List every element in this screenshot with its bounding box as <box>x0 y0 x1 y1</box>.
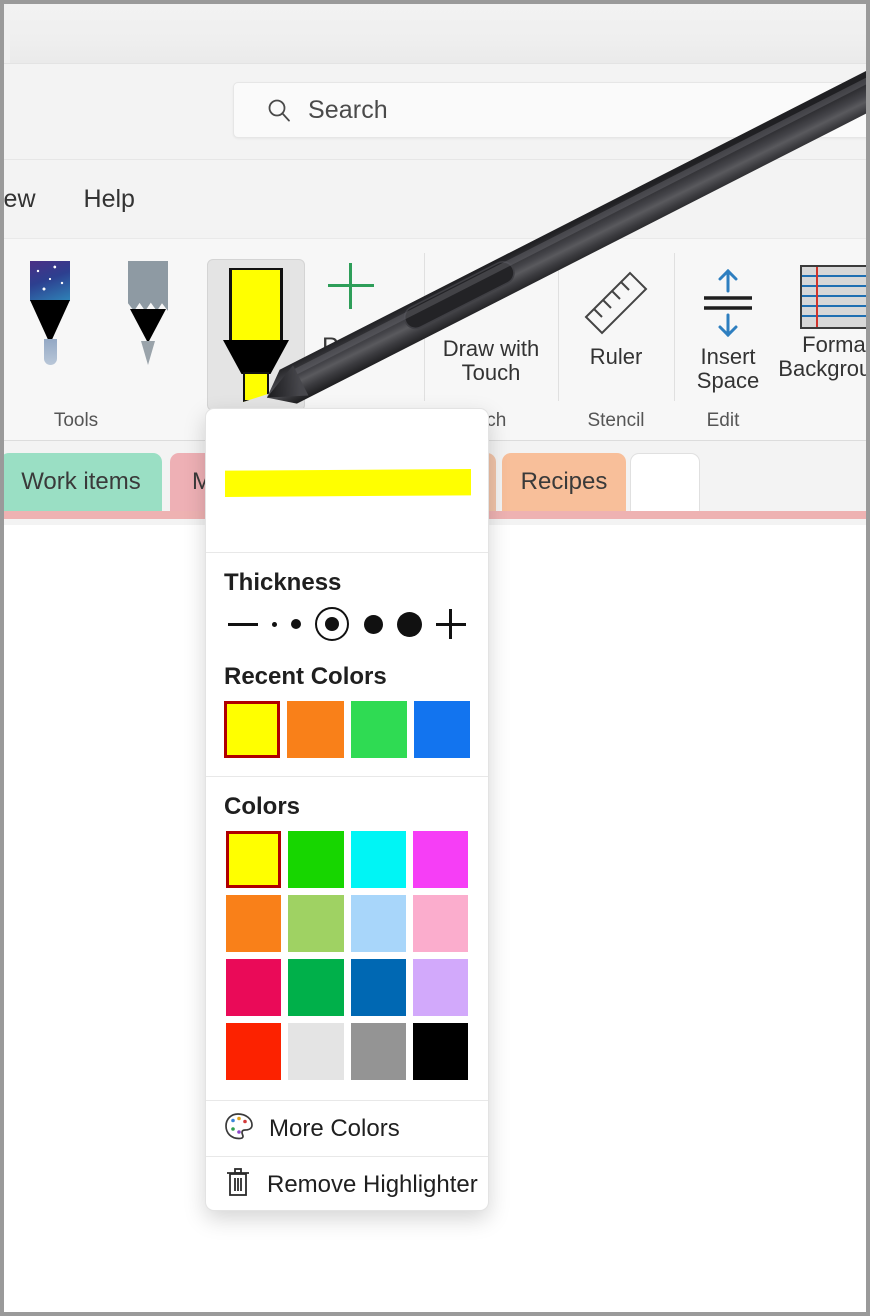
preview-stroke-swatch <box>225 469 471 497</box>
pen-dropdown-label: Pen <box>322 333 367 361</box>
add-pen-button[interactable] <box>326 255 376 309</box>
remove-highlighter-item[interactable]: Remove Highlighter <box>206 1156 488 1210</box>
remove-highlighter-label: Remove Highlighter <box>267 1170 478 1198</box>
recent-swatch-green[interactable] <box>350 701 407 758</box>
pencil-icon <box>124 261 172 365</box>
search-placeholder: Search <box>308 95 388 124</box>
thickness-options <box>222 607 472 647</box>
ribbon-separator <box>558 253 559 401</box>
trash-icon <box>223 1165 253 1204</box>
color-swatch-gray[interactable] <box>350 1023 406 1080</box>
colors-heading: Colors <box>224 793 301 820</box>
colors-grid <box>222 831 472 1080</box>
ribbon-group-tools: Tools <box>4 239 204 442</box>
thickness-dot <box>325 617 340 631</box>
recent-colors-heading: Recent Colors <box>224 663 387 690</box>
tool-draw-with-touch[interactable]: Draw with Touch <box>426 325 556 385</box>
highlighter-icon <box>221 268 291 402</box>
color-swatch-emerald[interactable] <box>288 959 344 1016</box>
tool-format-background[interactable]: Format Background <box>778 257 866 381</box>
tab-active-blank[interactable] <box>630 453 700 511</box>
tool-pencil[interactable] <box>112 253 184 365</box>
ruler-icon <box>578 265 654 341</box>
menu-item-help[interactable]: Help <box>74 181 145 218</box>
ribbon-group-label-edit: Edit <box>706 410 740 431</box>
format-background-label: Format Background <box>778 332 866 382</box>
color-swatch-light-gray[interactable] <box>288 1023 344 1080</box>
title-bar-left-edge <box>4 4 10 63</box>
color-swatch-cyan[interactable] <box>350 831 406 888</box>
menu-item-view[interactable]: iew <box>4 181 46 218</box>
tool-galaxy-pen[interactable] <box>14 253 86 365</box>
stroke-preview <box>206 409 488 553</box>
panel-divider <box>206 776 488 777</box>
colors-row <box>224 895 470 952</box>
colors-row <box>224 1023 470 1080</box>
recent-swatch-yellow[interactable] <box>224 701 281 758</box>
color-swatch-crimson[interactable] <box>226 959 282 1016</box>
tab-work-items[interactable]: Work items <box>4 453 162 511</box>
tab-label: Recipes <box>520 468 608 495</box>
title-bar <box>4 4 866 63</box>
insert-space-icon <box>690 265 766 341</box>
recent-colors-row <box>222 701 472 758</box>
thickness-decrease-button[interactable] <box>228 622 258 626</box>
tool-ruler[interactable]: Ruler <box>560 257 672 369</box>
thickness-increase-button[interactable] <box>435 609 466 639</box>
draw-with-touch-label: Draw with Touch <box>442 336 540 386</box>
pen-dropdown-button[interactable]: Pen <box>322 333 394 362</box>
color-swatch-magenta[interactable] <box>412 831 468 888</box>
thickness-size-3-selected[interactable] <box>315 607 350 641</box>
search-icon <box>266 97 292 123</box>
color-swatch-green[interactable] <box>288 831 344 888</box>
insert-space-label: Insert Space <box>696 344 760 394</box>
thickness-size-2[interactable] <box>291 619 302 629</box>
search-bar-row: Search <box>4 63 866 159</box>
colors-section: Colors <box>206 793 488 1080</box>
color-swatch-light-green[interactable] <box>288 895 344 952</box>
plus-icon <box>328 263 374 309</box>
tab-label: Work items <box>21 468 141 495</box>
color-swatch-yellow[interactable] <box>226 831 282 888</box>
chevron-down-icon[interactable] <box>274 379 296 398</box>
color-swatch-black[interactable] <box>412 1023 468 1080</box>
ribbon-group-label-tools: Tools <box>53 410 99 431</box>
panel-spacer <box>206 1080 488 1100</box>
thickness-section: Thickness <box>206 569 488 647</box>
chevron-down-icon <box>374 339 394 357</box>
ruler-label: Ruler <box>589 344 643 369</box>
color-swatch-orange[interactable] <box>226 895 282 952</box>
tab-recipes[interactable]: Recipes <box>502 453 626 511</box>
color-swatch-blue[interactable] <box>350 959 406 1016</box>
ribbon-group-edit: Insert Space Format Background Edit <box>676 239 866 442</box>
search-input[interactable]: Search <box>233 82 866 138</box>
tool-highlighter[interactable] <box>207 259 305 411</box>
ribbon-separator <box>424 253 425 401</box>
colors-row <box>224 959 470 1016</box>
more-colors-label: More Colors <box>269 1114 400 1142</box>
thickness-size-4[interactable] <box>363 614 383 634</box>
thickness-size-5[interactable] <box>396 611 422 637</box>
thickness-size-1[interactable] <box>272 621 278 627</box>
recent-colors-section: Recent Colors <box>206 663 488 758</box>
menu-bar: iew Help <box>4 159 866 238</box>
colors-row <box>224 831 470 888</box>
format-background-icon <box>800 265 866 329</box>
color-swatch-lavender[interactable] <box>412 959 468 1016</box>
palette-icon <box>223 1111 255 1146</box>
color-swatch-pink[interactable] <box>412 895 468 952</box>
thickness-heading: Thickness <box>224 569 342 596</box>
recent-swatch-blue[interactable] <box>413 701 470 758</box>
app-window: Search iew Help <box>4 4 866 1312</box>
color-swatch-red[interactable] <box>226 1023 282 1080</box>
color-swatch-light-blue[interactable] <box>350 895 406 952</box>
recent-swatch-orange[interactable] <box>287 701 344 758</box>
more-colors-item[interactable]: More Colors <box>206 1100 488 1156</box>
galaxy-pen-icon <box>26 261 74 365</box>
highlighter-dropdown-panel: Thickness Recent Colors Colors More Colo… <box>205 408 489 1211</box>
tool-insert-space[interactable]: Insert Space <box>676 257 780 393</box>
ribbon-separator <box>674 253 675 401</box>
